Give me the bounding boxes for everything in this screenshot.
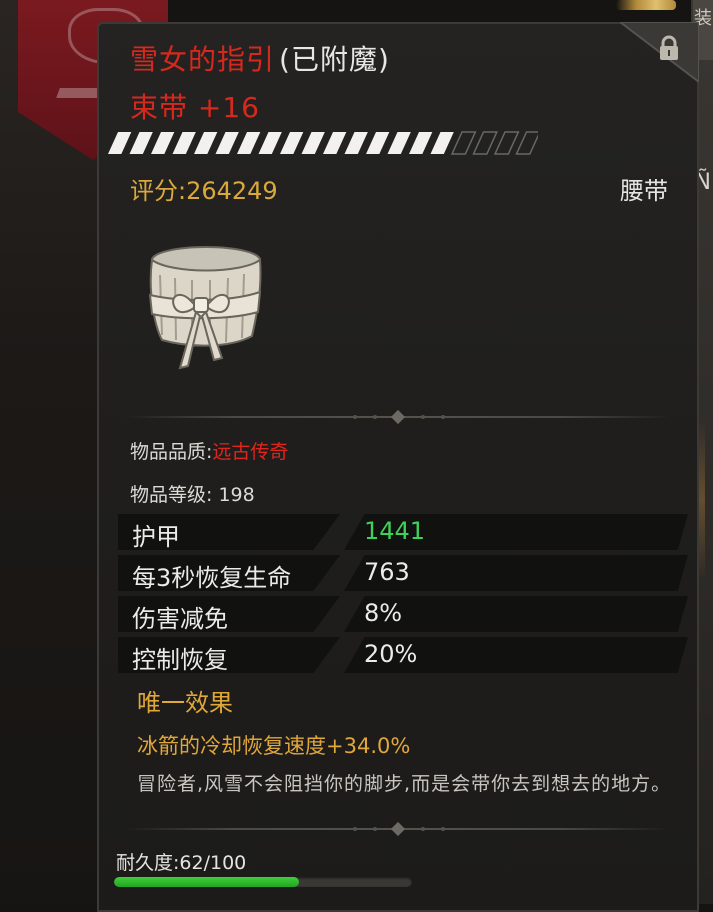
slot-type: 腰带 (620, 177, 668, 205)
stat-row-armor: 护甲 1441 (118, 514, 688, 551)
item-name-text: 雪女的指引 (130, 43, 276, 76)
stat-value: 20% (364, 640, 418, 668)
item-level: 物品等级: 198 (130, 484, 255, 506)
item-score: 评分:264249 (130, 177, 278, 205)
stat-row-damage-reduction: 伤害减免 8% (118, 596, 688, 633)
durability-label: 耐久度:62/100 (116, 852, 247, 874)
upgrade-stripe-empty (515, 131, 538, 155)
durability-fill (114, 877, 299, 887)
stat-label: 护甲 (132, 523, 180, 551)
upgrade-stripe-filled (430, 132, 454, 154)
stat-row-regen: 每3秒恢复生命 763 (118, 555, 688, 592)
unique-effect-title: 唯一效果 (137, 689, 233, 717)
stat-value: 8% (364, 599, 403, 627)
upgrade-stripe-filled (108, 132, 132, 154)
upgrade-stripe-bar (108, 131, 538, 155)
upgrade-stripe-filled (409, 132, 433, 154)
upgrade-stripe-filled (237, 132, 261, 154)
section-divider-bottom (125, 821, 670, 837)
stat-label: 伤害减免 (132, 605, 228, 633)
stat-value: 1441 (364, 517, 426, 545)
upgrade-stripe-empty (472, 131, 498, 155)
item-name: 雪女的指引 (已附魔) (130, 38, 390, 78)
upgrade-stripe-empty (450, 131, 477, 155)
upgrade-stripe-filled (258, 132, 282, 154)
upgrade-stripe-filled (194, 132, 218, 154)
stat-label: 控制恢复 (132, 646, 228, 674)
stat-row-control-recovery: 控制恢复 20% (118, 637, 688, 674)
section-divider-top (125, 409, 670, 425)
upgrade-stripe-filled (301, 132, 325, 154)
upgrade-stripe-filled (387, 132, 411, 154)
upgrade-stripe-filled (151, 132, 175, 154)
item-subtitle: 束带 +16 (130, 91, 260, 124)
top-ornament (616, 0, 676, 10)
enchant-suffix: (已附魔) (279, 43, 390, 76)
upgrade-stripe-filled (366, 132, 390, 154)
item-quality: 物品品质:远古传奇 (130, 437, 288, 464)
upgrade-stripe-filled (129, 132, 153, 154)
flavor-text: 冒险者,风雪不会阻挡你的脚步,而是会带你去到想去的地方。 (137, 773, 672, 795)
upgrade-stripe-filled (280, 132, 304, 154)
upgrade-stripe-filled (323, 132, 347, 154)
upgrade-stripe-filled (172, 132, 196, 154)
durability-bar (114, 877, 412, 887)
lock-icon[interactable] (620, 22, 699, 82)
quality-label: 物品品质: (130, 441, 213, 463)
lock-corner[interactable] (620, 22, 699, 82)
stat-value: 763 (364, 558, 410, 586)
upgrade-stripe-filled (344, 132, 368, 154)
upgrade-stripe-empty (493, 131, 520, 155)
quality-value: 远古传奇 (212, 441, 289, 463)
stat-label: 每3秒恢复生命 (132, 564, 292, 592)
unique-effect-text: 冰箭的冷却恢复速度+34.0% (137, 734, 411, 758)
upgrade-stripe-filled (215, 132, 239, 154)
belt-sash-icon (140, 240, 270, 375)
